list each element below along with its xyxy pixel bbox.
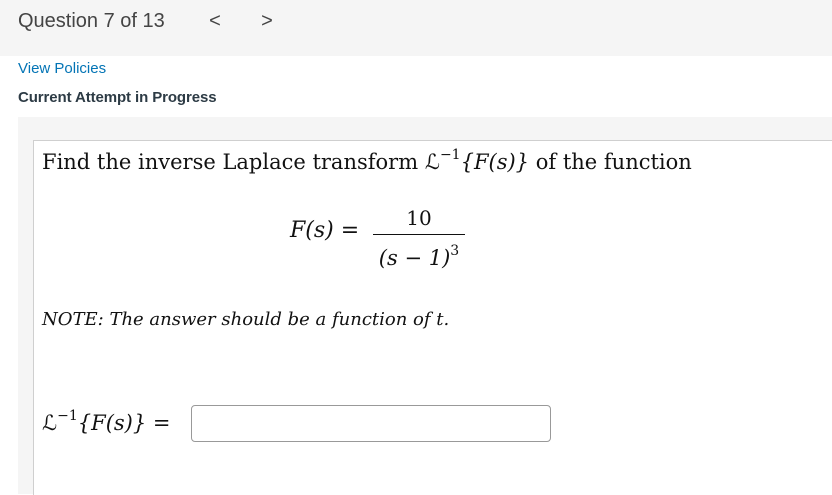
answer-rhs-text: {F(s)} = <box>77 411 171 435</box>
fraction-denominator: (s − 1)3 <box>373 239 465 270</box>
fraction-numerator: 10 <box>406 206 432 230</box>
fraction-bar <box>373 234 465 235</box>
fraction: 10 (s − 1)3 <box>373 204 465 270</box>
question-note: NOTE: The answer should be a function of… <box>42 309 450 330</box>
prompt-suffix: of the function <box>535 150 692 174</box>
answer-input-field[interactable] <box>191 405 551 442</box>
denominator-base: (s − 1) <box>378 246 451 270</box>
question-counter: Question 7 of 13 <box>18 10 165 32</box>
view-policies-link[interactable]: View Policies <box>18 60 106 77</box>
operator-argument: {F(s)} <box>460 150 530 174</box>
equation-lhs: F(s) = <box>290 218 360 243</box>
laplace-operator: ℒ−1{F(s)} <box>424 147 530 174</box>
operator-exponent: −1 <box>439 147 461 163</box>
answer-script-l: ℒ <box>42 411 58 435</box>
answer-exponent: −1 <box>57 408 78 424</box>
prompt-text: Find the inverse Laplace transform <box>42 150 419 174</box>
question-prompt: Find the inverse Laplace transform ℒ−1{F… <box>42 147 692 174</box>
next-question-button[interactable]: > <box>255 9 279 33</box>
attempt-status: Current Attempt in Progress <box>18 89 217 106</box>
previous-question-button[interactable]: < <box>203 9 227 33</box>
script-l: ℒ <box>424 150 440 174</box>
denominator-exponent: 3 <box>450 243 460 259</box>
question-header: Question 7 of 13 <box>0 0 832 56</box>
answer-label: ℒ−1{F(s)} = <box>42 408 171 435</box>
